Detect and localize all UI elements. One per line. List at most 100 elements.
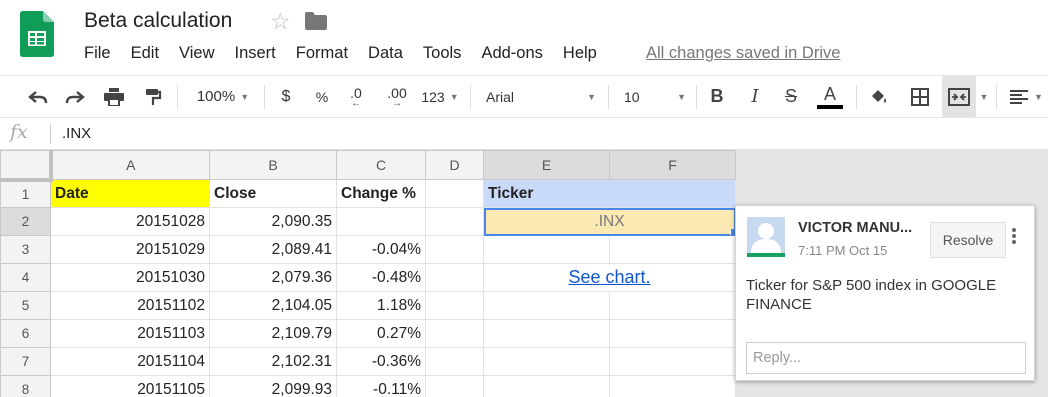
menu-addons[interactable]: Add-ons: [481, 44, 542, 63]
select-all-corner[interactable]: [0, 150, 53, 182]
print-icon[interactable]: [100, 76, 128, 117]
menu-help[interactable]: Help: [563, 44, 597, 63]
bold-button[interactable]: B: [706, 76, 728, 117]
cell-e5[interactable]: [483, 291, 610, 320]
cell-f6[interactable]: [609, 319, 736, 348]
row-header[interactable]: 4: [0, 263, 51, 292]
cell-c7[interactable]: -0.36%: [336, 347, 426, 376]
cell-c5[interactable]: 1.18%: [336, 291, 426, 320]
currency-format-button[interactable]: $: [276, 76, 296, 117]
cell-d6[interactable]: [425, 319, 484, 348]
cell-c3[interactable]: -0.04%: [336, 235, 426, 264]
menu-edit[interactable]: Edit: [131, 44, 159, 63]
resolve-button[interactable]: Resolve: [930, 222, 1006, 258]
star-icon[interactable]: ☆: [270, 8, 291, 35]
fill-color-icon[interactable]: [866, 76, 892, 117]
cell-b1[interactable]: Close: [209, 179, 337, 208]
reply-input[interactable]: [746, 342, 1026, 374]
more-options-icon[interactable]: [1012, 228, 1016, 248]
cell-c8[interactable]: -0.11%: [336, 375, 426, 397]
cell-a6[interactable]: 20151103: [50, 319, 210, 348]
cell-e3[interactable]: [483, 235, 610, 264]
undo-icon[interactable]: [24, 76, 52, 117]
italic-button[interactable]: I: [744, 76, 766, 117]
cell-a3[interactable]: 20151029: [50, 235, 210, 264]
menu-view[interactable]: View: [179, 44, 214, 63]
cell-b2[interactable]: 2,090.35: [209, 207, 337, 236]
zoom-select[interactable]: 100% ▼: [188, 76, 258, 117]
column-header-f[interactable]: F: [609, 150, 736, 180]
menu-insert[interactable]: Insert: [235, 44, 276, 63]
cell-c6[interactable]: 0.27%: [336, 319, 426, 348]
cell-e2-selected[interactable]: .INX: [483, 207, 736, 236]
percent-format-button[interactable]: %: [312, 76, 332, 117]
row-header[interactable]: 8: [0, 375, 51, 397]
redo-icon[interactable]: [61, 76, 89, 117]
font-size-select[interactable]: 10 ▼: [624, 76, 686, 117]
paint-format-icon[interactable]: [139, 76, 167, 117]
document-title[interactable]: Beta calculation: [84, 9, 232, 33]
cell-e1[interactable]: Ticker: [483, 179, 736, 208]
strikethrough-button[interactable]: S: [780, 76, 802, 117]
row-header[interactable]: 7: [0, 347, 51, 376]
row-header[interactable]: 3: [0, 235, 51, 264]
row-header[interactable]: 5: [0, 291, 51, 320]
cell-e6[interactable]: [483, 319, 610, 348]
row-header[interactable]: 6: [0, 319, 51, 348]
menu-data[interactable]: Data: [368, 44, 403, 63]
cell-f8[interactable]: [609, 375, 736, 397]
cell-b8[interactable]: 2,099.93: [209, 375, 337, 397]
cell-d4[interactable]: [425, 263, 484, 292]
cell-f7[interactable]: [609, 347, 736, 376]
formula-input[interactable]: .INX: [62, 125, 91, 142]
merge-cells-icon[interactable]: [942, 76, 976, 117]
cell-a8[interactable]: 20151105: [50, 375, 210, 397]
decrease-decimal-button[interactable]: .0 ←: [343, 76, 369, 117]
cell-e8[interactable]: [483, 375, 610, 397]
cell-b6[interactable]: 2,109.79: [209, 319, 337, 348]
menu-file[interactable]: File: [84, 44, 111, 63]
menu-tools[interactable]: Tools: [423, 44, 462, 63]
cell-c4[interactable]: -0.48%: [336, 263, 426, 292]
row-header[interactable]: 1: [0, 179, 51, 208]
text-color-button[interactable]: A: [816, 76, 844, 117]
menu-format[interactable]: Format: [296, 44, 348, 63]
cell-d1[interactable]: [425, 179, 484, 208]
cell-a4[interactable]: 20151030: [50, 263, 210, 292]
cell-d5[interactable]: [425, 291, 484, 320]
borders-icon[interactable]: [906, 76, 934, 117]
cell-b4[interactable]: 2,079.36: [209, 263, 337, 292]
merge-options-dropdown[interactable]: ▼: [978, 76, 990, 117]
font-family-select[interactable]: Arial ▼: [486, 76, 596, 117]
column-header-b[interactable]: B: [209, 150, 337, 180]
cell-a2[interactable]: 20151028: [50, 207, 210, 236]
increase-decimal-button[interactable]: .00 →: [382, 76, 412, 117]
cell-e7[interactable]: [483, 347, 610, 376]
cell-f5[interactable]: [609, 291, 736, 320]
cell-d2[interactable]: [425, 207, 484, 236]
currency-label: $: [281, 87, 291, 105]
cell-f3[interactable]: [609, 235, 736, 264]
cell-a7[interactable]: 20151104: [50, 347, 210, 376]
cell-c1[interactable]: Change %: [336, 179, 426, 208]
save-status-link[interactable]: All changes saved in Drive: [646, 44, 840, 63]
cell-b3[interactable]: 2,089.41: [209, 235, 337, 264]
cell-a5[interactable]: 20151102: [50, 291, 210, 320]
horizontal-align-icon[interactable]: ▼: [1006, 76, 1046, 117]
cell-d7[interactable]: [425, 347, 484, 376]
cell-b7[interactable]: 2,102.31: [209, 347, 337, 376]
cell-a1[interactable]: Date: [50, 179, 210, 208]
row-header[interactable]: 2: [0, 207, 51, 236]
column-header-a[interactable]: A: [50, 150, 210, 180]
column-header-d[interactable]: D: [425, 150, 484, 180]
cell-d3[interactable]: [425, 235, 484, 264]
see-chart-link[interactable]: See chart.: [483, 263, 736, 292]
folder-icon[interactable]: [305, 12, 327, 30]
cell-b5[interactable]: 2,104.05: [209, 291, 337, 320]
cell-d8[interactable]: [425, 375, 484, 397]
column-header-e[interactable]: E: [483, 150, 610, 180]
sheets-logo-icon[interactable]: [20, 11, 54, 57]
cell-c2[interactable]: [336, 207, 426, 236]
more-formats-select[interactable]: 123 ▼: [418, 76, 462, 117]
column-header-c[interactable]: C: [336, 150, 426, 180]
